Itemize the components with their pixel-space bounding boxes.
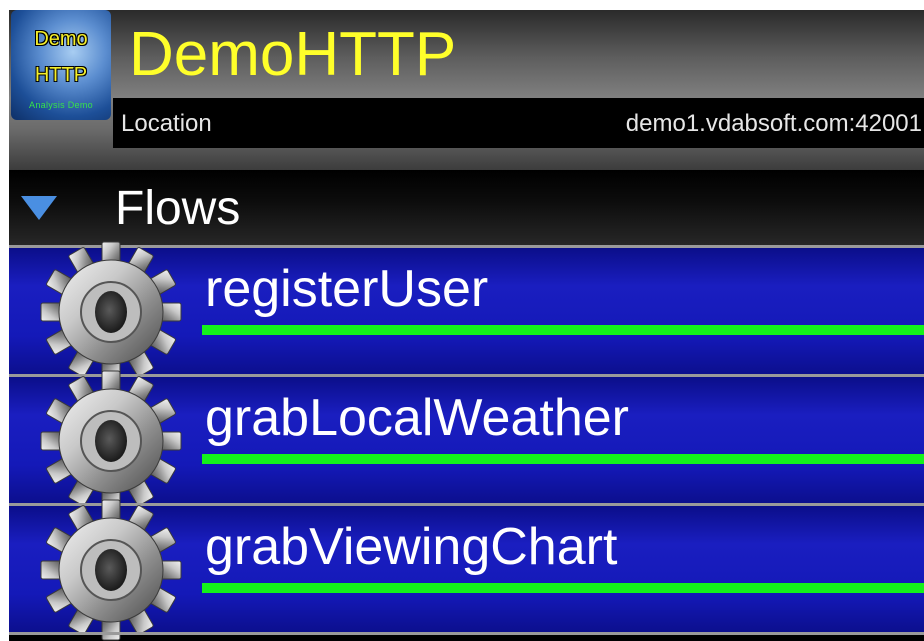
app-logo-line1: Demo	[34, 28, 88, 50]
app-logo-line3: Analysis Demo	[29, 100, 93, 110]
app-title: DemoHTTP	[129, 20, 457, 89]
flow-name: grabViewingChart	[205, 518, 618, 576]
app-logo-line2: HTTP	[34, 64, 88, 86]
flow-progress-bar	[202, 325, 924, 335]
location-label: Location	[121, 110, 212, 137]
flow-progress-bar	[202, 583, 924, 593]
app-screen: Demo HTTP Analysis Demo DemoHTTP Locatio…	[9, 10, 924, 641]
flow-name: registerUser	[205, 260, 489, 318]
location-bar: Location demo1.vdabsoft.com:42001	[113, 98, 924, 148]
flow-item-grabviewingchart[interactable]: grabViewingChart	[9, 499, 924, 641]
gear-icon	[40, 241, 182, 383]
divider	[9, 632, 924, 635]
app-logo-icon[interactable]: Demo HTTP Analysis Demo	[11, 10, 111, 120]
flow-name: grabLocalWeather	[205, 389, 629, 447]
flow-progress-bar	[202, 454, 924, 464]
section-title: Flows	[115, 182, 241, 235]
flow-item-grablocalweather[interactable]: grabLocalWeather	[9, 370, 924, 512]
gear-icon	[40, 499, 182, 641]
gear-icon	[40, 370, 182, 512]
flow-item-registeruser[interactable]: registerUser	[9, 241, 924, 383]
app-header: Demo HTTP Analysis Demo DemoHTTP Locatio…	[9, 10, 924, 170]
triangle-down-icon[interactable]	[21, 196, 57, 220]
location-value: demo1.vdabsoft.com:42001	[625, 110, 922, 137]
flows-section-header[interactable]: Flows	[9, 170, 924, 247]
